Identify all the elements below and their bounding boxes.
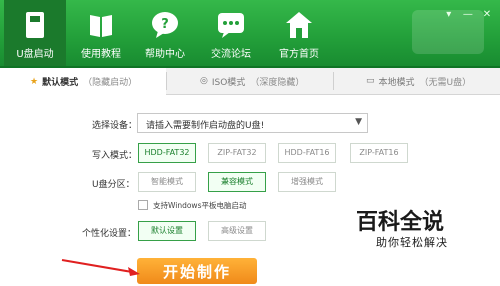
window-controls: ▾ — ✕ <box>442 2 494 20</box>
partition-enhanced-mode[interactable]: 增强模式 <box>278 172 336 192</box>
partition-compatible-mode[interactable]: 兼容模式 <box>208 172 266 192</box>
tablet-boot-checkbox[interactable] <box>138 200 148 210</box>
book-icon <box>90 15 112 37</box>
menu-dropdown-icon[interactable]: ▾ <box>442 9 456 21</box>
star-icon: ★ <box>30 76 39 87</box>
chat-bubble-icon <box>218 13 244 38</box>
tab-divider <box>166 72 167 90</box>
tab-divider <box>333 72 334 90</box>
close-icon[interactable]: ✕ <box>480 9 494 21</box>
tab-label: ISO模式 <box>211 77 246 88</box>
partition-smart-mode[interactable]: 智能模式 <box>138 172 196 192</box>
nav-tutorial[interactable]: 使用教程 <box>70 0 132 68</box>
write-mode-label: 写入模式： <box>92 151 138 161</box>
nav-label: 帮助中心 <box>145 49 185 60</box>
home-icon <box>286 12 312 38</box>
tab-label: 本地模式 <box>378 77 415 88</box>
svg-text:?: ? <box>161 17 169 32</box>
nav-help-center[interactable]: ? 帮助中心 <box>134 0 196 68</box>
nav-label: U盘启动 <box>16 49 54 60</box>
tab-sub: （深度隐藏） <box>250 77 305 88</box>
personalize-default[interactable]: 默认设置 <box>138 221 196 241</box>
write-mode-zip-fat32[interactable]: ZIP-FAT32 <box>208 143 266 163</box>
nav-label: 交流论坛 <box>211 49 251 60</box>
watermark-subtitle: 助你轻松解决 <box>376 236 448 249</box>
device-select-value: 请插入需要制作启动盘的U盘! <box>146 121 265 131</box>
device-label: 选择设备： <box>92 121 138 131</box>
tablet-boot-option[interactable]: 支持Windows平板电脑启动 <box>138 199 246 211</box>
tab-sub: （无需U盘） <box>419 77 472 88</box>
personalize-label: 个性化设置： <box>82 229 137 239</box>
annotation-arrow-icon <box>61 259 140 276</box>
nav-home[interactable]: 官方首页 <box>268 0 330 68</box>
chevron-down-icon: ▼ <box>355 117 362 127</box>
watermark-title: 百科全说 <box>356 210 445 235</box>
tab-default-mode[interactable]: ★ 默认模式 （隐藏启动） <box>0 68 166 95</box>
write-mode-zip-fat16[interactable]: ZIP-FAT16 <box>350 143 408 163</box>
nav-forum[interactable]: 交流论坛 <box>200 0 262 68</box>
personalize-advanced[interactable]: 高级设置 <box>208 221 266 241</box>
tab-iso-mode[interactable]: ◎ ISO模式 （深度隐藏） <box>200 68 330 94</box>
write-mode-hdd-fat16[interactable]: HDD-FAT16 <box>278 143 336 163</box>
write-mode-hdd-fat32[interactable]: HDD-FAT32 <box>138 143 196 163</box>
device-select[interactable]: 请插入需要制作启动盘的U盘! ▼ <box>137 113 368 133</box>
nav-label: 使用教程 <box>81 49 121 60</box>
tab-sub: （隐藏启动） <box>83 78 138 88</box>
tab-local-mode[interactable]: ▭ 本地模式 （无需U盘） <box>366 68 496 94</box>
help-bubble-icon: ? <box>152 12 178 38</box>
usb-drive-icon <box>26 12 44 38</box>
mode-tabs: ★ 默认模式 （隐藏启动） ◎ ISO模式 （深度隐藏） ▭ 本地模式 （无需U… <box>0 68 500 95</box>
nav-usb-boot[interactable]: U盘启动 <box>4 0 66 68</box>
tab-label: 默认模式 <box>42 78 79 88</box>
disc-icon: ◎ <box>200 76 208 86</box>
tablet-boot-label: 支持Windows平板电脑启动 <box>153 200 247 210</box>
nav-label: 官方首页 <box>279 49 319 60</box>
monitor-icon: ▭ <box>366 76 375 86</box>
top-bar: U盘启动 使用教程 ? 帮助中心 交流论坛 官方首页 ▾ — ✕ <box>0 0 500 68</box>
partition-label: U盘分区： <box>92 180 135 190</box>
start-button[interactable]: 开始制作 <box>137 258 257 284</box>
minimize-icon[interactable]: — <box>461 9 475 21</box>
